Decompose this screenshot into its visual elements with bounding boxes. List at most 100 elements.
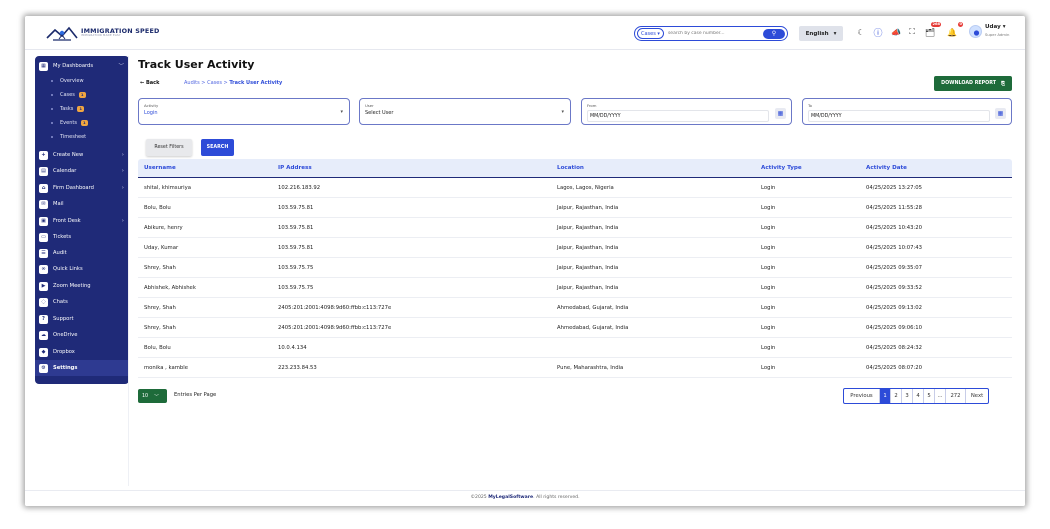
- sidebar-item-label: Dropbox: [53, 349, 75, 355]
- chat-icon: ◌: [39, 297, 48, 307]
- sidebar-item-settings[interactable]: ⚙ Settings: [35, 360, 129, 376]
- case-notification-icon[interactable]: 🗂 268: [924, 22, 941, 38]
- back-button[interactable]: ← Back: [140, 80, 159, 86]
- cell-location: Pune, Maharashtra, India: [557, 365, 624, 371]
- per-page-value: 10: [142, 393, 149, 399]
- sidebar-item-support[interactable]: ? Support: [35, 311, 129, 327]
- sidebar-item-tickets[interactable]: ▭ Tickets: [35, 229, 129, 245]
- cell-ip-address: 103.59.75.81: [278, 205, 314, 211]
- sidebar-item-dropbox[interactable]: ◆ Dropbox: [35, 344, 129, 360]
- footer-brand-link[interactable]: MyLegalSoftware: [488, 495, 533, 500]
- next-page-button[interactable]: Next: [966, 389, 988, 403]
- fullscreen-icon[interactable]: ⛶: [906, 26, 918, 38]
- logo[interactable]: IMMIGRATION SPEED IMMIGRATION MADE EASY: [45, 23, 160, 43]
- cell-activity-type: Login: [761, 345, 776, 351]
- table-row: Shrey, Shah 2405:201:2001:4098:9d60:ffbb:…: [138, 298, 1012, 318]
- calendar-icon[interactable]: ▦: [775, 108, 786, 119]
- column-location[interactable]: Location: [557, 165, 584, 171]
- cell-username: Shrey, Shah: [144, 265, 176, 271]
- sidebar-subitem-overview[interactable]: Overview: [35, 74, 129, 88]
- column-activity-date[interactable]: Activity Date: [866, 165, 907, 171]
- user-select[interactable]: User Select User ▾: [359, 98, 571, 125]
- previous-page-button[interactable]: Previous: [844, 389, 880, 403]
- breadcrumb-cases[interactable]: Cases: [207, 80, 222, 86]
- page-button-last[interactable]: 272: [946, 389, 966, 403]
- cell-activity-date: 04/25/2025 08:24:32: [866, 345, 923, 351]
- case-search-input[interactable]: [663, 31, 763, 36]
- sidebar-item-quick-links[interactable]: ∞ Quick Links: [35, 261, 129, 277]
- footer: ©2025 MyLegalSoftware. All rights reserv…: [25, 490, 1025, 506]
- bell-icon[interactable]: 🔔 0: [946, 22, 963, 38]
- page-button-4[interactable]: 4: [913, 389, 924, 403]
- sidebar-item-calendar[interactable]: ▤ Calendar ›: [35, 163, 129, 179]
- sidebar-item-label: Support: [53, 316, 74, 322]
- sidebar-subitem-events[interactable]: Events 1: [35, 116, 129, 130]
- breadcrumb-audits[interactable]: Audits: [184, 80, 200, 86]
- sidebar-item-chats[interactable]: ◌ Chats: [35, 294, 129, 310]
- table-row: Shrey, Shah 103.59.75.75 Jaipur, Rajasthan…: [138, 258, 1012, 278]
- cell-ip-address: 10.0.4.134: [278, 345, 307, 351]
- sidebar-item-mail[interactable]: ✉ Mail: [35, 196, 129, 212]
- cell-activity-type: Login: [761, 365, 776, 371]
- sidebar-subitem-cases[interactable]: Cases 1: [35, 88, 129, 102]
- footer-rights: . All rights reserved.: [533, 495, 580, 500]
- audit-icon: ☰: [39, 248, 48, 258]
- sidebar-item-label: Audit: [53, 250, 67, 256]
- sidebar-subitem-timesheet[interactable]: Timesheet: [35, 130, 129, 144]
- search-filters-button[interactable]: SEARCH: [201, 139, 234, 156]
- search-type-select[interactable]: Cases ▾: [637, 28, 664, 39]
- sidebar-subitem-label: Overview: [60, 78, 84, 84]
- pagination: Previous 1 2 3 4 5 ... 272 Next: [843, 388, 989, 404]
- sidebar-item-firm-dashboard[interactable]: ⌂ Firm Dashboard ›: [35, 180, 129, 196]
- sidebar-item-audit[interactable]: ☰ Audit: [35, 245, 129, 261]
- activity-label: Activity: [144, 103, 159, 108]
- sidebar-subitem-tasks[interactable]: Tasks 1: [35, 102, 129, 116]
- avatar[interactable]: [969, 25, 982, 38]
- breadcrumb-current: Track User Activity: [229, 80, 283, 86]
- column-activity-type[interactable]: Activity Type: [761, 165, 802, 171]
- page-button-1[interactable]: 1: [880, 389, 891, 403]
- per-page-select[interactable]: 10 ﹀: [138, 389, 167, 403]
- from-date-input[interactable]: MM/DD/YYYY: [587, 110, 769, 122]
- column-ip-address[interactable]: IP Address: [278, 165, 312, 171]
- sidebar-item-create-new[interactable]: + Create New ›: [35, 147, 129, 163]
- cell-activity-type: Login: [761, 265, 776, 271]
- user-avatar-icon: [973, 30, 980, 36]
- search-button[interactable]: ⚲: [763, 28, 785, 39]
- mail-icon: ✉: [39, 199, 48, 209]
- cell-username: Shrey, Shah: [144, 305, 176, 311]
- cell-username: monika , kamble: [144, 365, 188, 371]
- sidebar-item-onedrive[interactable]: ☁ OneDrive: [35, 327, 129, 343]
- column-username[interactable]: Username: [144, 165, 176, 171]
- sidebar-item-label: Settings: [53, 365, 78, 371]
- to-label: To: [808, 103, 812, 108]
- cell-activity-type: Login: [761, 285, 776, 291]
- sidebar-item-my-dashboards[interactable]: ▦ My Dashboards ﹀: [35, 58, 129, 74]
- sidebar-item-front-desk[interactable]: ▣ Front Desk ›: [35, 213, 129, 229]
- page-button-3[interactable]: 3: [902, 389, 913, 403]
- download-report-button[interactable]: DOWNLOAD REPORT ⎘: [934, 76, 1012, 91]
- help-icon[interactable]: ⓘ: [872, 26, 884, 39]
- sidebar-item-label: Front Desk: [53, 218, 81, 224]
- table-body: shital, khimsuriya 102.216.183.92 Lagos, L…: [138, 178, 1012, 378]
- case-notification-badge: 268: [931, 22, 941, 27]
- activity-select[interactable]: Activity Login ▾: [138, 98, 350, 125]
- cell-username: Bolu, Bolu: [144, 345, 171, 351]
- dashboard-icon: ▦: [39, 61, 48, 71]
- user-role: Super Admin: [985, 32, 1010, 37]
- cell-activity-date: 04/25/2025 10:07:43: [866, 245, 923, 251]
- user-menu[interactable]: Uday ▾: [985, 24, 1006, 30]
- to-date-input[interactable]: MM/DD/YYYY: [808, 110, 990, 122]
- language-select[interactable]: English ▾: [799, 26, 843, 41]
- caret-down-icon: ▾: [340, 109, 343, 115]
- calendar-icon[interactable]: ▦: [995, 108, 1006, 119]
- sidebar-item-zoom-meeting[interactable]: ▶ Zoom Meeting: [35, 278, 129, 294]
- cell-location: Jaipur, Rajasthan, India: [557, 245, 619, 251]
- page-button-2[interactable]: 2: [891, 389, 902, 403]
- reset-filters-button[interactable]: Reset Filters: [146, 139, 192, 156]
- megaphone-icon[interactable]: 📣: [890, 26, 902, 38]
- sidebar-item-label: Calendar: [53, 168, 77, 174]
- page-button-5[interactable]: 5: [924, 389, 935, 403]
- dark-mode-icon[interactable]: ☾: [855, 26, 867, 38]
- sidebar-item-label: Tickets: [53, 234, 72, 240]
